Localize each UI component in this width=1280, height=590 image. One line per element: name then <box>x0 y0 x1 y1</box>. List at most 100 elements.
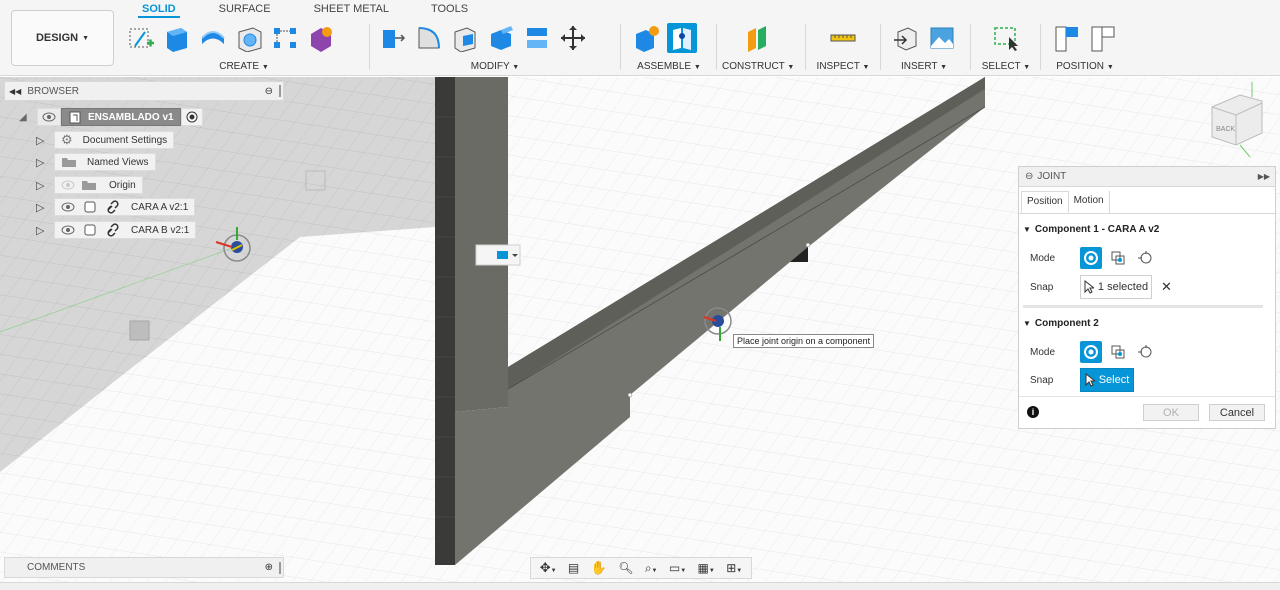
browser-panel-header[interactable]: ◀◀ BROWSER ⊖ <box>4 81 284 101</box>
expand-triangle-icon[interactable]: ▷ <box>36 224 54 237</box>
simple-mode-icon[interactable] <box>1080 247 1102 269</box>
expand-triangle-icon[interactable]: ▷ <box>36 156 54 169</box>
offset-plane-icon[interactable] <box>743 23 773 53</box>
move-copy-icon[interactable] <box>558 23 588 53</box>
joint-dialog-header[interactable]: ⊖ JOINT ▶▶ <box>1019 167 1275 187</box>
component2-section-header[interactable]: ▼ Component 2 <box>1023 318 1099 329</box>
chevron-down-icon: ▼ <box>693 64 701 71</box>
insert-menu[interactable]: INSERT <box>901 61 937 72</box>
collapse-triangle-icon[interactable]: ◢ <box>19 112 37 123</box>
construct-menu[interactable]: CONSTRUCT <box>722 61 785 72</box>
display-settings-icon[interactable]: ▭▼ <box>669 561 686 575</box>
form-icon[interactable] <box>306 23 336 53</box>
create-menu[interactable]: CREATE <box>219 61 259 72</box>
position-menu[interactable]: POSITION <box>1056 61 1104 72</box>
component2-select-button[interactable]: Select <box>1080 368 1134 392</box>
viewports-icon[interactable]: ⊞▼ <box>726 561 742 575</box>
select-menu[interactable]: SELECT <box>982 61 1021 72</box>
extrude-icon[interactable] <box>162 23 192 53</box>
chevron-down-icon: ▼ <box>1106 64 1114 71</box>
gear-icon: ⚙ <box>61 132 73 147</box>
expand-triangle-icon[interactable]: ▷ <box>36 134 54 147</box>
activate-radio-icon[interactable] <box>180 108 203 126</box>
expand-panel-icon[interactable]: ▶▶ <box>1258 172 1270 181</box>
tab-sheet-metal[interactable]: SHEET METAL <box>314 0 389 18</box>
minimize-icon[interactable]: ⊖ <box>265 86 273 97</box>
revolve-icon[interactable] <box>198 23 228 53</box>
hole-icon[interactable] <box>234 23 264 53</box>
revert-position-icon[interactable] <box>1088 23 1118 53</box>
ok-button[interactable]: OK <box>1143 404 1199 421</box>
window-select-icon[interactable] <box>991 23 1021 53</box>
component1-snap-selection[interactable]: 1 selected <box>1080 275 1152 299</box>
two-edge-intersection-icon[interactable] <box>1134 341 1156 363</box>
sketch-icon[interactable] <box>126 23 156 53</box>
mode-label: Mode <box>1030 252 1056 264</box>
link-icon <box>107 200 119 214</box>
tab-surface[interactable]: SURFACE <box>219 0 271 18</box>
browser-item-document-settings[interactable]: ▷ ⚙ Document Settings <box>36 131 175 149</box>
press-pull-icon[interactable] <box>378 23 408 53</box>
look-at-icon[interactable]: ▤ <box>568 561 579 575</box>
new-component-icon[interactable] <box>631 23 661 53</box>
toolbar-divider <box>880 24 881 70</box>
browser-item-cara-b[interactable]: ▷ CARA B v2:1 <box>36 221 197 239</box>
design-workspace-button[interactable]: DESIGN ▼ <box>11 10 114 66</box>
shell-icon[interactable] <box>486 23 516 53</box>
chamfer-icon[interactable] <box>450 23 480 53</box>
pan-hand-icon[interactable]: ✋ <box>591 560 607 576</box>
cancel-button[interactable]: Cancel <box>1209 404 1265 421</box>
collapse-panel-icon[interactable]: ◀◀ <box>9 87 21 96</box>
browser-item-chip: Origin <box>54 176 143 194</box>
expand-triangle-icon[interactable]: ▷ <box>36 201 54 214</box>
joint-icon[interactable] <box>667 23 697 53</box>
insert-derive-icon[interactable] <box>891 23 921 53</box>
browser-item-chip: ⚙ Document Settings <box>54 131 175 149</box>
capture-position-icon[interactable] <box>1052 23 1082 53</box>
two-edge-intersection-icon[interactable] <box>1134 247 1156 269</box>
assemble-menu[interactable]: ASSEMBLE <box>637 61 691 72</box>
browser-item-origin[interactable]: ▷ Origin <box>36 176 143 194</box>
tab-solid[interactable]: SOLID <box>138 0 180 18</box>
measure-icon[interactable] <box>828 23 858 53</box>
orbit-icon[interactable]: ✥▼ <box>540 560 557 576</box>
visibility-eye-icon[interactable] <box>37 108 61 126</box>
minimize-icon[interactable]: ⊖ <box>1025 171 1033 182</box>
inspect-menu[interactable]: INSPECT <box>817 61 860 72</box>
zoom-icon[interactable]: 🔍︎ <box>618 561 633 575</box>
component1-section-header[interactable]: ▼ Component 1 - CARA A v2 <box>1023 224 1159 235</box>
canvas-image-icon[interactable] <box>927 23 957 53</box>
joint-dialog: ⊖ JOINT ▶▶ Position Motion ▼ Component 1… <box>1018 166 1276 429</box>
cursor-icon <box>1085 373 1095 387</box>
grid-icon[interactable]: ▦▼ <box>698 561 715 575</box>
expand-triangle-icon[interactable]: ▷ <box>36 179 54 192</box>
tab-position[interactable]: Position <box>1021 191 1069 213</box>
component1-snap-row: Snap 1 selected ✕ <box>1030 275 1172 299</box>
browser-root-label[interactable]: ENSAMBLADO v1 <box>61 108 181 126</box>
fillet-icon[interactable] <box>414 23 444 53</box>
between-two-faces-icon[interactable] <box>1107 247 1129 269</box>
panel-grip-icon[interactable] <box>279 85 281 97</box>
clear-selection-icon[interactable]: ✕ <box>1161 279 1172 295</box>
pattern-icon[interactable] <box>270 23 300 53</box>
combine-icon[interactable] <box>522 23 552 53</box>
fit-zoom-icon[interactable]: ⌕▼ <box>645 561 658 576</box>
browser-root-row[interactable]: ◢ ENSAMBLADO v1 <box>19 108 203 126</box>
panel-grip-icon[interactable] <box>279 562 281 574</box>
between-two-faces-icon[interactable] <box>1107 341 1129 363</box>
browser-item-label: Origin <box>109 179 136 191</box>
info-icon[interactable]: i <box>1027 406 1039 418</box>
snap-value: Select <box>1098 374 1130 386</box>
mode-label: Mode <box>1030 346 1056 358</box>
browser-item-cara-a[interactable]: ▷ CARA A v2:1 <box>36 198 196 216</box>
modify-menu[interactable]: MODIFY <box>471 61 510 72</box>
tab-motion[interactable]: Motion <box>1069 191 1110 213</box>
add-comment-icon[interactable]: ⊕ <box>265 562 273 573</box>
construct-group: CONSTRUCT ▼ <box>722 20 794 74</box>
simple-mode-icon[interactable] <box>1080 341 1102 363</box>
comments-panel[interactable]: COMMENTS ⊕ <box>4 557 284 578</box>
select-group: SELECT ▼ <box>976 20 1036 74</box>
tab-tools[interactable]: TOOLS <box>431 0 468 18</box>
snap-label: Snap <box>1030 374 1054 386</box>
browser-item-named-views[interactable]: ▷ Named Views <box>36 153 156 171</box>
